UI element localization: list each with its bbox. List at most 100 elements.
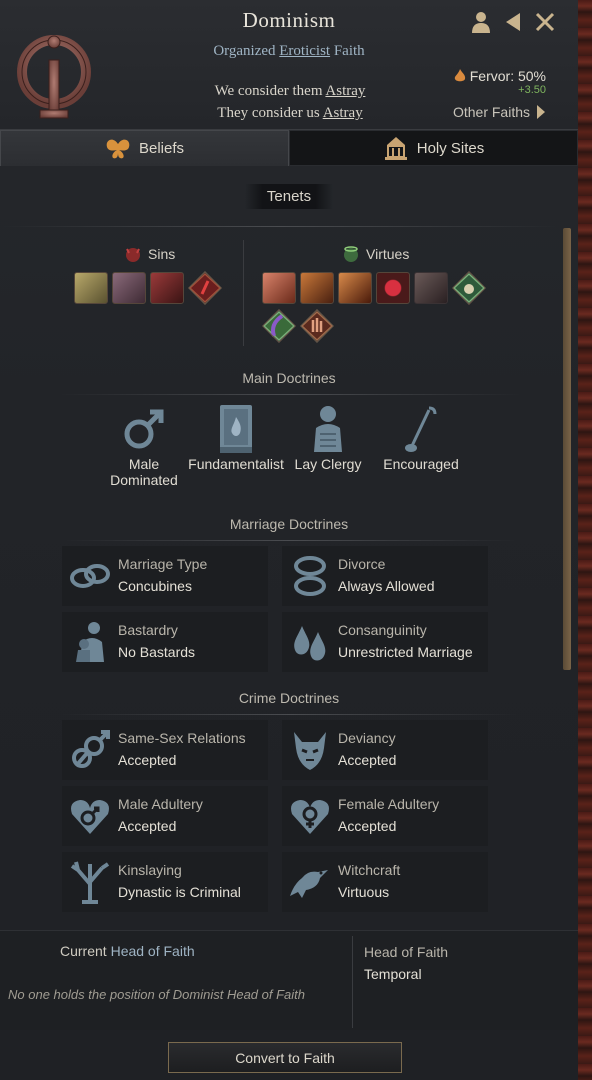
tenet-divider — [243, 240, 244, 346]
male-male-icon — [72, 730, 110, 768]
marriage-doctrines-title: Marriage Doctrines — [229, 516, 349, 532]
doctrine-same-sex[interactable]: Same-Sex Relations Accepted — [62, 720, 268, 780]
hof-title-prefix: Current — [60, 943, 111, 959]
scrollbar-thumb[interactable] — [563, 228, 571, 670]
decorative-border — [578, 0, 592, 1080]
female-adultery-value: Accepted — [338, 818, 397, 834]
sins-header: Sins — [124, 245, 175, 263]
sin-devil-icon — [126, 248, 140, 262]
tenets-divider — [0, 226, 560, 227]
male-heart-icon — [71, 800, 109, 834]
sin-trait-3[interactable] — [150, 272, 184, 304]
doctrine-pilgrimage[interactable]: Encouraged — [378, 402, 464, 472]
doctrine-divorce[interactable]: Divorce Always Allowed — [282, 546, 488, 606]
clergy-icon — [314, 406, 342, 452]
female-heart-icon — [291, 800, 329, 834]
header-icon-bar — [470, 10, 556, 34]
doctrine-kinslaying[interactable]: Kinslaying Dynastic is Criminal — [62, 852, 268, 912]
they-consider-value[interactable]: Astray — [323, 105, 363, 121]
fervor-label: Fervor: 50% — [469, 68, 546, 84]
virtues-row-1 — [262, 272, 486, 304]
doctrine-gender-line2: Dominated — [110, 472, 178, 488]
virtues-label: Virtues — [366, 246, 410, 262]
holy-book-icon — [220, 405, 252, 453]
sin-trait-4[interactable] — [188, 272, 222, 304]
virtue-trait-5[interactable] — [414, 272, 448, 304]
virtues-header: Virtues — [342, 245, 409, 263]
doctrine-clergy-label: Lay Clergy — [294, 456, 362, 472]
sin-trait-2[interactable] — [112, 272, 146, 304]
we-consider-value[interactable]: Astray — [325, 83, 365, 99]
faith-panel: Dominism Organized Eroticist Faith We co… — [0, 0, 592, 1080]
head-of-faith-type-value[interactable]: Temporal — [364, 966, 422, 982]
temple-icon — [384, 137, 407, 160]
sins-row — [74, 272, 222, 304]
divorce-value: Always Allowed — [338, 578, 435, 594]
doctrine-gender[interactable]: Male Dominated — [104, 402, 184, 488]
they-consider-label: They consider us — [217, 105, 323, 121]
hof-title-link[interactable]: Head of Faith — [111, 943, 195, 959]
virtue-trait-1[interactable] — [262, 272, 296, 304]
chevron-right-icon — [537, 105, 545, 119]
doctrine-consanguinity[interactable]: Consanguinity Unrestricted Marriage — [282, 612, 488, 672]
virtue-trait-3[interactable] — [338, 272, 372, 304]
doctrine-pilgrimage-label: Encouraged — [383, 456, 459, 472]
faith-header: Dominism Organized Eroticist Faith We co… — [0, 0, 578, 130]
head-of-faith-type-label: Head of Faith — [364, 944, 449, 960]
subtitle-suffix: Faith — [330, 43, 365, 59]
doctrine-deviancy[interactable]: Deviancy Accepted — [282, 720, 488, 780]
tab-beliefs-label: Beliefs — [138, 140, 185, 157]
other-faiths-label: Other Faiths — [452, 104, 530, 120]
sin-trait-1[interactable] — [74, 272, 108, 304]
virtue-trait-7[interactable] — [262, 310, 296, 342]
deviancy-value: Accepted — [338, 752, 397, 768]
blood-drops-icon — [294, 626, 326, 661]
bastardry-key: Bastardry — [118, 622, 178, 638]
demon-mask-icon — [294, 732, 326, 770]
crime-doctrines-title: Crime Doctrines — [238, 690, 340, 706]
marriage-doctrines-divider — [60, 540, 520, 541]
main-doctrines-divider — [60, 394, 520, 395]
close-icon[interactable] — [534, 10, 556, 34]
doctrine-clergy[interactable]: Lay Clergy — [292, 402, 364, 472]
doctrine-male-adultery[interactable]: Male Adultery Accepted — [62, 786, 268, 846]
character-icon[interactable] — [470, 10, 492, 34]
raven-icon — [290, 870, 328, 898]
main-doctrines-title: Main Doctrines — [242, 370, 336, 386]
religion-link[interactable]: Eroticist — [279, 43, 330, 59]
tenets-title-text: Tenets — [244, 184, 334, 209]
tab-bar: Beliefs Holy Sites — [0, 130, 578, 166]
fervor-display[interactable]: Fervor: 50% +3.50 — [454, 68, 546, 96]
other-faiths-button[interactable]: Other Faiths — [453, 104, 546, 120]
doctrine-gender-line1: Male — [128, 456, 160, 472]
male-adultery-key: Male Adultery — [118, 796, 203, 812]
doctrine-pluralism[interactable]: Fundamentalist — [184, 402, 288, 472]
convert-to-faith-button[interactable]: Convert to Faith — [168, 1042, 402, 1073]
family-tree-icon — [70, 861, 110, 904]
tab-holy-sites[interactable]: Holy Sites — [289, 130, 578, 166]
virtue-trait-8[interactable] — [300, 310, 334, 342]
kinslaying-key: Kinslaying — [118, 862, 182, 878]
faith-subtitle: Organized Eroticist Faith — [0, 43, 578, 60]
virtue-halo-icon — [344, 246, 358, 262]
tab-beliefs[interactable]: Beliefs — [0, 130, 289, 166]
virtue-trait-4[interactable] — [376, 272, 410, 304]
virtues-row-2 — [262, 310, 334, 342]
virtue-trait-2[interactable] — [300, 272, 334, 304]
doctrine-bastardry[interactable]: Bastardry No Bastards — [62, 612, 268, 672]
virtue-trait-6[interactable] — [452, 272, 486, 304]
male-adultery-value: Accepted — [118, 818, 177, 834]
back-arrow-icon[interactable] — [502, 10, 524, 34]
doctrine-witchcraft[interactable]: Witchcraft Virtuous — [282, 852, 488, 912]
fervor-flame-icon — [454, 69, 465, 82]
scrollbar[interactable] — [563, 228, 571, 670]
we-consider-them: We consider them Astray — [160, 83, 420, 100]
male-symbol-icon — [124, 409, 164, 449]
tenets-section-title: Tenets — [0, 184, 578, 209]
consanguinity-value: Unrestricted Marriage — [338, 644, 473, 660]
consanguinity-key: Consanguinity — [338, 622, 427, 638]
doctrine-marriage-type[interactable]: Marriage Type Concubines — [62, 546, 268, 606]
doctrine-female-adultery[interactable]: Female Adultery Accepted — [282, 786, 488, 846]
doctrine-pluralism-label: Fundamentalist — [188, 456, 284, 472]
same-sex-key: Same-Sex Relations — [118, 730, 246, 746]
